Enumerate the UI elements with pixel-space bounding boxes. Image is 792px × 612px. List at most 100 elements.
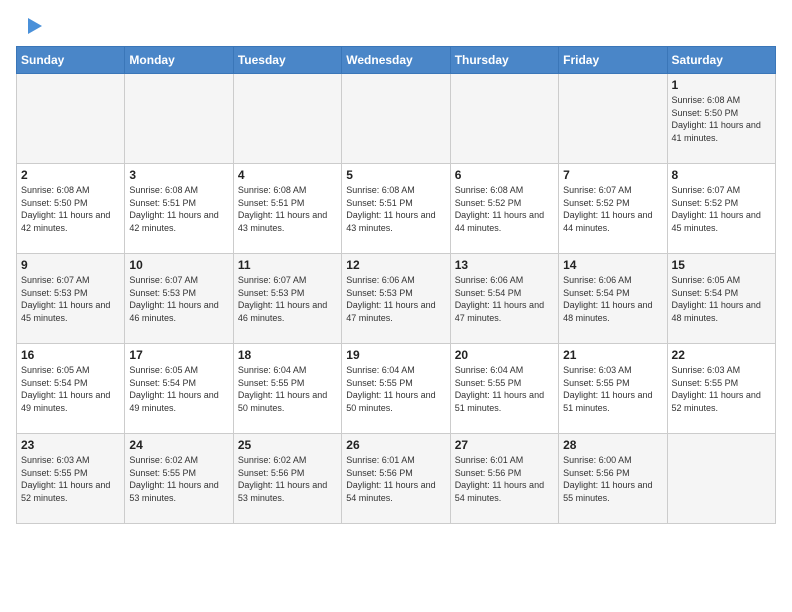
calendar-day-cell: 28Sunrise: 6:00 AM Sunset: 5:56 PM Dayli… [559,434,667,524]
day-number: 3 [129,168,228,182]
day-number: 9 [21,258,120,272]
page-header [16,16,776,38]
day-number: 10 [129,258,228,272]
day-info: Sunrise: 6:08 AM Sunset: 5:52 PM Dayligh… [455,184,554,234]
calendar-day-cell: 20 Sunrise: 6:04 AM Sunset: 5:55 PM Dayli… [450,344,558,434]
day-info: Sunrise: 6:07 AM Sunset: 5:53 PM Dayligh… [238,274,337,324]
day-number: 7 [563,168,662,182]
calendar-day-cell: 12Sunrise: 6:06 AM Sunset: 5:53 PM Dayli… [342,254,450,344]
calendar-day-cell [125,74,233,164]
calendar-day-cell [233,74,341,164]
day-info: Sunrise: 6:06 AM Sunset: 5:54 PM Dayligh… [563,274,662,324]
day-number: 2 [21,168,120,182]
weekday-header: Saturday [667,47,775,74]
day-number: 11 [238,258,337,272]
day-number: 4 [238,168,337,182]
day-info: Sunrise: 6:07 AM Sunset: 5:52 PM Dayligh… [672,184,771,234]
calendar-day-cell: 10 Sunrise: 6:07 AM Sunset: 5:53 PM Dayli… [125,254,233,344]
day-info: Sunrise: 6:08 AM Sunset: 5:51 PM Dayligh… [238,184,337,234]
calendar-day-cell [342,74,450,164]
calendar-day-cell [559,74,667,164]
calendar-day-cell: 18Sunrise: 6:04 AM Sunset: 5:55 PM Dayli… [233,344,341,434]
day-number: 6 [455,168,554,182]
day-number: 5 [346,168,445,182]
day-number: 15 [672,258,771,272]
weekday-header: Thursday [450,47,558,74]
day-number: 22 [672,348,771,362]
day-info: Sunrise: 6:03 AM Sunset: 5:55 PM Dayligh… [672,364,771,414]
day-number: 17 [129,348,228,362]
day-number: 13 [455,258,554,272]
calendar-header: SundayMondayTuesdayWednesdayThursdayFrid… [17,47,776,74]
header-row: SundayMondayTuesdayWednesdayThursdayFrid… [17,47,776,74]
day-info: Sunrise: 6:01 AM Sunset: 5:56 PM Dayligh… [455,454,554,504]
calendar-day-cell: 17 Sunrise: 6:05 AM Sunset: 5:54 PM Dayli… [125,344,233,434]
day-info: Sunrise: 6:05 AM Sunset: 5:54 PM Dayligh… [21,364,120,414]
day-number: 20 [455,348,554,362]
calendar-day-cell: 6 Sunrise: 6:08 AM Sunset: 5:52 PM Daylig… [450,164,558,254]
day-info: Sunrise: 6:05 AM Sunset: 5:54 PM Dayligh… [129,364,228,414]
day-number: 23 [21,438,120,452]
day-info: Sunrise: 6:07 AM Sunset: 5:53 PM Dayligh… [21,274,120,324]
calendar-day-cell: 16Sunrise: 6:05 AM Sunset: 5:54 PM Dayli… [17,344,125,434]
calendar-day-cell: 11 Sunrise: 6:07 AM Sunset: 5:53 PM Dayli… [233,254,341,344]
calendar-day-cell: 24 Sunrise: 6:02 AM Sunset: 5:55 PM Dayli… [125,434,233,524]
day-number: 8 [672,168,771,182]
calendar-day-cell [17,74,125,164]
weekday-header: Monday [125,47,233,74]
calendar-day-cell: 7 Sunrise: 6:07 AM Sunset: 5:52 PM Daylig… [559,164,667,254]
day-info: Sunrise: 6:00 AM Sunset: 5:56 PM Dayligh… [563,454,662,504]
calendar-day-cell: 15 Sunrise: 6:05 AM Sunset: 5:54 PM Dayli… [667,254,775,344]
day-number: 14 [563,258,662,272]
day-info: Sunrise: 6:05 AM Sunset: 5:54 PM Dayligh… [672,274,771,324]
calendar-body: 1Sunrise: 6:08 AM Sunset: 5:50 PM Daylig… [17,74,776,524]
weekday-header: Tuesday [233,47,341,74]
calendar-day-cell: 3 Sunrise: 6:08 AM Sunset: 5:51 PM Daylig… [125,164,233,254]
day-info: Sunrise: 6:08 AM Sunset: 5:50 PM Dayligh… [21,184,120,234]
day-info: Sunrise: 6:07 AM Sunset: 5:52 PM Dayligh… [563,184,662,234]
weekday-header: Friday [559,47,667,74]
day-info: Sunrise: 6:04 AM Sunset: 5:55 PM Dayligh… [455,364,554,414]
calendar-week-row: 2 Sunrise: 6:08 AM Sunset: 5:50 PM Daylig… [17,164,776,254]
logo-icon [20,16,42,38]
calendar-week-row: 9 Sunrise: 6:07 AM Sunset: 5:53 PM Daylig… [17,254,776,344]
calendar-day-cell: 14 Sunrise: 6:06 AM Sunset: 5:54 PM Dayli… [559,254,667,344]
weekday-header: Wednesday [342,47,450,74]
day-info: Sunrise: 6:02 AM Sunset: 5:55 PM Dayligh… [129,454,228,504]
calendar-day-cell: 22 Sunrise: 6:03 AM Sunset: 5:55 PM Dayli… [667,344,775,434]
day-info: Sunrise: 6:08 AM Sunset: 5:51 PM Dayligh… [129,184,228,234]
day-info: Sunrise: 6:06 AM Sunset: 5:54 PM Dayligh… [455,274,554,324]
day-info: Sunrise: 6:01 AM Sunset: 5:56 PM Dayligh… [346,454,445,504]
calendar-day-cell: 23 Sunrise: 6:03 AM Sunset: 5:55 PM Dayli… [17,434,125,524]
day-number: 21 [563,348,662,362]
day-number: 19 [346,348,445,362]
day-number: 18 [238,348,337,362]
calendar-day-cell: 5 Sunrise: 6:08 AM Sunset: 5:51 PM Daylig… [342,164,450,254]
day-number: 26 [346,438,445,452]
day-info: Sunrise: 6:02 AM Sunset: 5:56 PM Dayligh… [238,454,337,504]
day-info: Sunrise: 6:04 AM Sunset: 5:55 PM Dayligh… [346,364,445,414]
day-info: Sunrise: 6:06 AM Sunset: 5:53 PM Dayligh… [346,274,445,324]
calendar-day-cell: 25 Sunrise: 6:02 AM Sunset: 5:56 PM Dayli… [233,434,341,524]
calendar-day-cell [450,74,558,164]
calendar-day-cell [667,434,775,524]
day-info: Sunrise: 6:08 AM Sunset: 5:51 PM Dayligh… [346,184,445,234]
day-info: Sunrise: 6:03 AM Sunset: 5:55 PM Dayligh… [563,364,662,414]
calendar-day-cell: 27Sunrise: 6:01 AM Sunset: 5:56 PM Dayli… [450,434,558,524]
day-info: Sunrise: 6:03 AM Sunset: 5:55 PM Dayligh… [21,454,120,504]
calendar-day-cell: 2 Sunrise: 6:08 AM Sunset: 5:50 PM Daylig… [17,164,125,254]
calendar-day-cell: 19 Sunrise: 6:04 AM Sunset: 5:55 PM Dayli… [342,344,450,434]
calendar-day-cell: 26 Sunrise: 6:01 AM Sunset: 5:56 PM Dayli… [342,434,450,524]
calendar-week-row: 16Sunrise: 6:05 AM Sunset: 5:54 PM Dayli… [17,344,776,434]
day-number: 24 [129,438,228,452]
calendar-table: SundayMondayTuesdayWednesdayThursdayFrid… [16,46,776,524]
calendar-day-cell: 13 Sunrise: 6:06 AM Sunset: 5:54 PM Dayli… [450,254,558,344]
calendar-day-cell: 8 Sunrise: 6:07 AM Sunset: 5:52 PM Daylig… [667,164,775,254]
weekday-header: Sunday [17,47,125,74]
day-info: Sunrise: 6:07 AM Sunset: 5:53 PM Dayligh… [129,274,228,324]
day-number: 25 [238,438,337,452]
logo [16,16,42,38]
calendar-day-cell: 21 Sunrise: 6:03 AM Sunset: 5:55 PM Dayli… [559,344,667,434]
day-info: Sunrise: 6:08 AM Sunset: 5:50 PM Dayligh… [672,94,771,144]
calendar-day-cell: 1Sunrise: 6:08 AM Sunset: 5:50 PM Daylig… [667,74,775,164]
